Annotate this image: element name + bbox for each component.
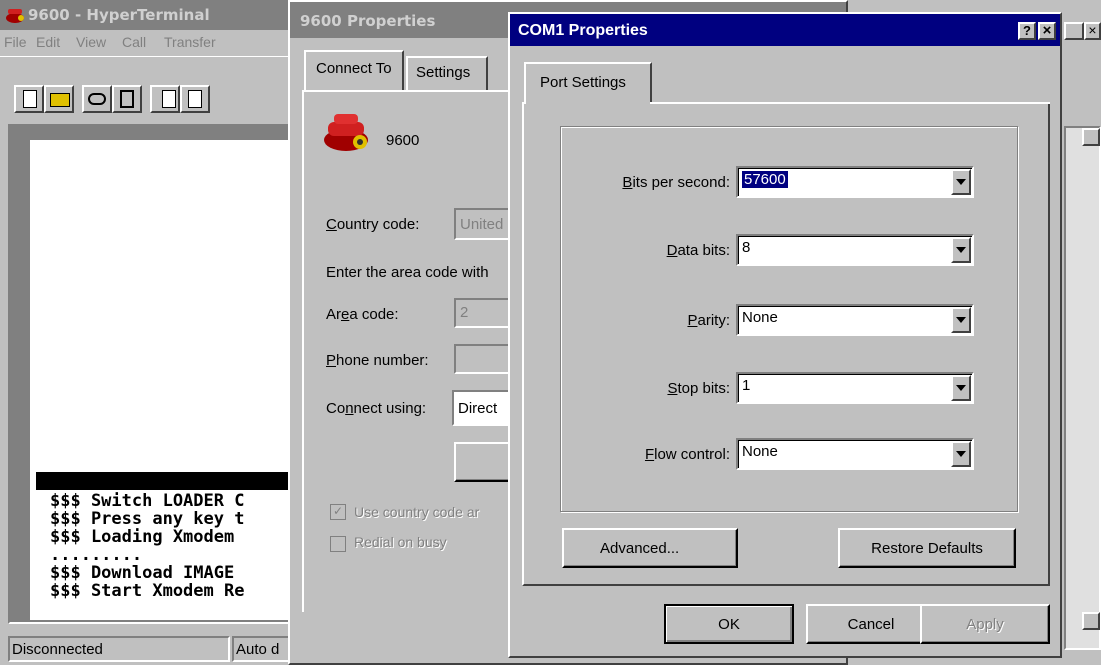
connect-button[interactable] [82, 85, 112, 113]
com1-properties-dialog: COM1 Properties ? × Port Settings Bits p… [508, 12, 1062, 658]
chevron-down-icon[interactable] [951, 441, 971, 467]
status-connection: Disconnected [8, 636, 230, 662]
bits-per-second-label: Bits per second: [622, 174, 730, 191]
tab-port-settings[interactable]: Port Settings [524, 62, 652, 104]
open-button[interactable] [44, 85, 74, 113]
terminal-area[interactable]: $$$ Switch LOADER C $$$ Press any key t … [8, 124, 300, 624]
terminal-cursor-bar [36, 472, 300, 490]
hangup-icon [120, 90, 134, 108]
hyperterminal-title: 9600 - HyperTerminal [28, 6, 210, 24]
use-country-code-label: Use country code ar [354, 504, 480, 520]
scroll-down-button[interactable] [1082, 612, 1100, 630]
flow-control-label: Flow control: [644, 446, 730, 463]
phone-app-icon [4, 6, 26, 24]
disconnect-button[interactable] [112, 85, 142, 113]
terminal-line: ......... [50, 545, 143, 565]
properties-9600-title: 9600 Properties [300, 12, 436, 30]
ok-button[interactable]: OK [664, 604, 794, 644]
ht-close-button[interactable]: × [1084, 22, 1101, 40]
redial-checkbox[interactable] [330, 536, 346, 552]
hyperterminal-titlebar[interactable]: 9600 - HyperTerminal [0, 0, 300, 30]
com1-title: COM1 Properties [518, 22, 648, 39]
terminal-line: $$$ Start Xmodem Re [50, 581, 245, 601]
chevron-down-icon[interactable] [951, 375, 971, 401]
data-bits-select[interactable]: 8 [736, 234, 974, 266]
terminal-line: $$$ Loading Xmodem [50, 527, 245, 547]
data-bits-label: Data bits: [666, 242, 730, 259]
ht-maximize-button[interactable] [1064, 22, 1084, 40]
tab-connect-to[interactable]: Connect To [304, 50, 404, 90]
terminal-line: $$$ Switch LOADER C [50, 491, 245, 511]
terminal-line: $$$ Press any key t [50, 509, 245, 529]
folder-icon [50, 93, 70, 107]
connection-name: 9600 [386, 132, 420, 149]
chevron-down-icon[interactable] [951, 307, 971, 333]
restore-defaults-button[interactable]: Restore Defaults [838, 528, 1016, 568]
parity-select[interactable]: None [736, 304, 974, 336]
scroll-up-button[interactable] [1082, 128, 1100, 146]
receive-file-icon [188, 90, 202, 108]
new-button[interactable] [14, 85, 44, 113]
new-file-icon [23, 90, 37, 108]
tab-settings[interactable]: Settings [406, 56, 488, 90]
phone-number-label: Phone number: [326, 352, 429, 369]
stop-bits-label: Stop bits: [667, 380, 730, 397]
send-file-icon [162, 90, 176, 108]
use-country-code-checkbox[interactable]: ✓ [330, 504, 346, 520]
flow-control-value: None [742, 443, 778, 460]
advanced-button[interactable]: Advanced... [562, 528, 738, 568]
apply-button[interactable]: Apply [920, 604, 1050, 644]
menu-bar: File Edit View Call Transfer [0, 30, 300, 54]
send-button[interactable] [150, 85, 180, 113]
phone-icon [88, 93, 106, 105]
cancel-button[interactable]: Cancel [806, 604, 936, 644]
bits-per-second-select[interactable]: 57600 [736, 166, 974, 198]
panel-top-edge [650, 102, 1050, 104]
help-icon: ? [1023, 23, 1031, 38]
bits-per-second-value: 57600 [741, 170, 789, 189]
close-icon: × [1042, 22, 1052, 39]
chevron-down-icon[interactable] [951, 169, 971, 195]
area-code-hint: Enter the area code with [326, 264, 489, 281]
parity-label: Parity: [687, 312, 730, 329]
menu-view[interactable]: View [76, 34, 106, 50]
menu-call[interactable]: Call [122, 34, 146, 50]
stop-bits-value: 1 [742, 377, 751, 394]
connect-using-label: Connect using: [326, 400, 427, 417]
toolbar [0, 56, 300, 123]
redial-label: Redial on busy [354, 534, 447, 550]
chevron-down-icon[interactable] [951, 237, 971, 263]
close-button[interactable]: × [1038, 22, 1056, 40]
area-code-label: Area code: [326, 306, 399, 323]
help-button[interactable]: ? [1018, 22, 1036, 40]
ht-scrollbar[interactable] [1064, 126, 1101, 650]
com1-titlebar[interactable]: COM1 Properties ? × [510, 14, 1060, 46]
flow-control-select[interactable]: None [736, 438, 974, 470]
menu-transfer[interactable]: Transfer [164, 34, 216, 50]
menu-file[interactable]: File [4, 34, 27, 50]
stop-bits-select[interactable]: 1 [736, 372, 974, 404]
terminal-line: $$$ Download IMAGE [50, 563, 245, 583]
parity-value: None [742, 309, 778, 326]
menu-edit[interactable]: Edit [36, 34, 60, 50]
connection-phone-icon [320, 108, 376, 154]
country-code-label: Country code: [326, 216, 420, 233]
receive-button[interactable] [180, 85, 210, 113]
data-bits-value: 8 [742, 239, 751, 256]
